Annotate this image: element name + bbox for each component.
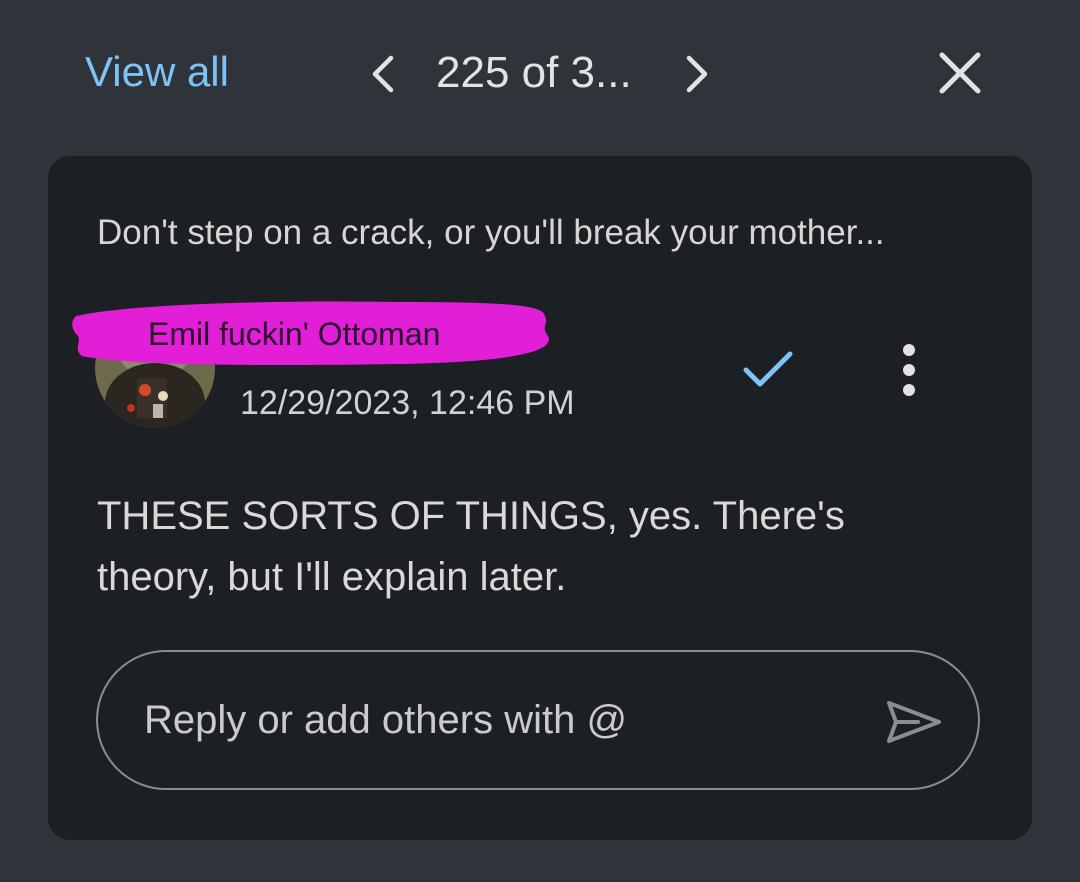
reply-box[interactable]	[96, 650, 980, 790]
more-vert-icon[interactable]	[896, 342, 922, 398]
reply-input[interactable]	[144, 690, 844, 750]
send-icon[interactable]	[884, 698, 944, 746]
comment-timestamp: 12/29/2023, 12:46 PM	[240, 384, 575, 422]
comment-card: Don't step on a crack, or you'll break y…	[48, 156, 1032, 840]
author-name: Emil fuckin' Ottoman	[148, 316, 441, 352]
chevron-right-icon[interactable]	[680, 52, 714, 96]
top-bar: View all 225 of 3...	[0, 0, 1080, 150]
close-icon[interactable]	[934, 47, 986, 99]
view-all-link[interactable]: View all	[85, 48, 229, 96]
comment-counter: 225 of 3...	[436, 48, 632, 97]
chevron-left-icon[interactable]	[366, 52, 400, 96]
quoted-text: Don't step on a crack, or you'll break y…	[97, 213, 885, 252]
comment-body: THESE SORTS OF THINGS, yes. There's theo…	[97, 494, 845, 599]
check-icon[interactable]	[740, 346, 796, 392]
